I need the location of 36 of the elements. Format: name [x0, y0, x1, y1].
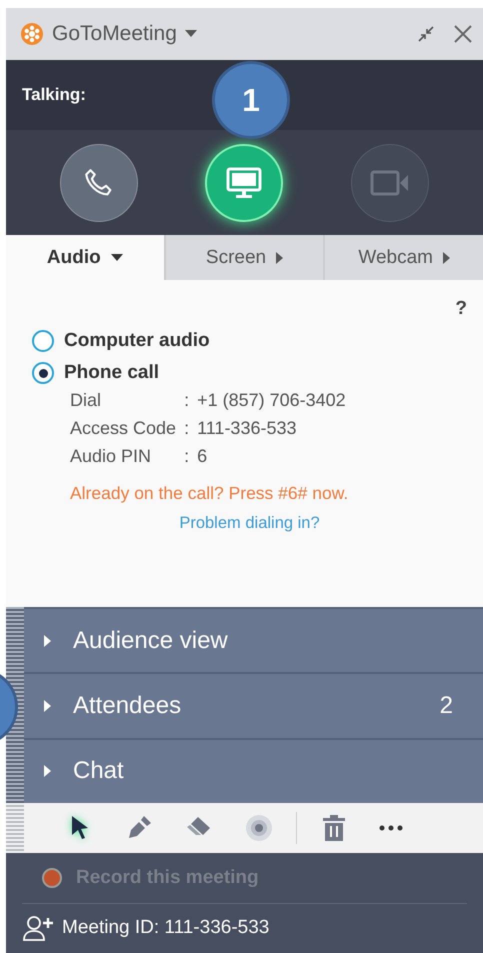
meeting-id: Meeting ID: 111-336-533	[62, 917, 270, 940]
radio-button[interactable]	[32, 362, 54, 384]
more-options-icon[interactable]	[379, 823, 403, 833]
flower-logo-icon	[20, 22, 44, 46]
talking-label: Talking:	[22, 85, 86, 105]
record-icon[interactable]	[42, 868, 62, 888]
info-value: +1 (857) 706-3402	[197, 390, 346, 411]
help-link[interactable]: Problem dialing in?	[179, 514, 320, 533]
help-button[interactable]: ?	[455, 298, 467, 320]
video-camera-icon	[370, 170, 410, 196]
separator: :	[184, 446, 190, 467]
app-title: GoToMeeting	[52, 22, 177, 46]
notice-text: Already on the call? Press #6# now.	[70, 483, 350, 504]
separator: :	[184, 418, 190, 439]
screen-button[interactable]	[205, 144, 284, 222]
grip-handle[interactable]	[6, 803, 24, 853]
add-person-icon[interactable]	[22, 914, 56, 942]
caret-right-icon	[276, 252, 284, 264]
tab[interactable]: Webcam	[323, 235, 483, 280]
info-label: Access Code	[70, 418, 176, 439]
info-label: Dial	[70, 390, 102, 411]
radio-button[interactable]	[32, 330, 54, 352]
info-label: Audio PIN	[70, 446, 152, 467]
separator: :	[184, 390, 190, 411]
info-value: 111-336-533	[197, 418, 298, 439]
spotlight-tool-icon[interactable]	[244, 813, 274, 843]
caret-icon[interactable]	[184, 30, 197, 38]
monitor-icon	[226, 166, 262, 198]
caret-down-icon	[110, 254, 123, 261]
caret-right-icon	[442, 252, 450, 264]
close-icon[interactable]	[453, 24, 473, 44]
tab[interactable]: Screen	[164, 235, 324, 280]
option-label: Phone call	[64, 362, 160, 384]
option-label: Computer audio	[64, 330, 210, 352]
collapse-icon[interactable]	[417, 25, 435, 43]
info-value: 6	[197, 446, 208, 467]
